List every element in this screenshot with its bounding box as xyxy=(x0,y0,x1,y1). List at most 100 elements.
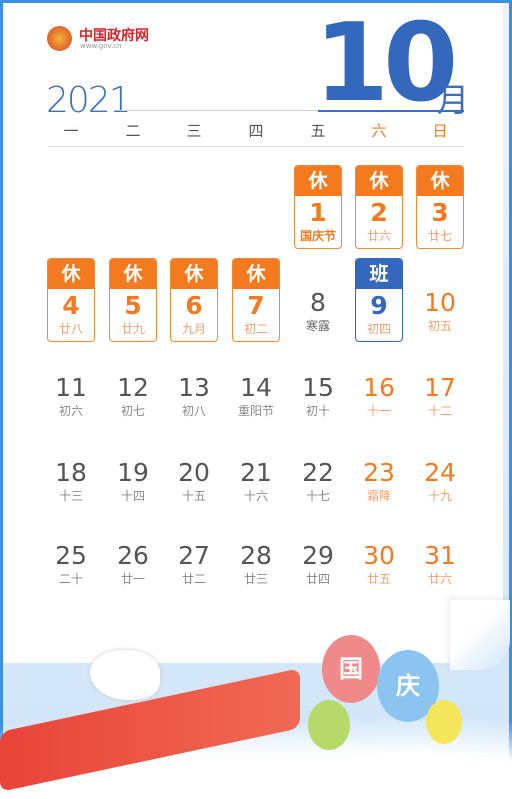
holiday-box: 休 5 廿九 xyxy=(109,258,157,342)
lunar-date: 初八 xyxy=(181,404,206,418)
day-cell[interactable]: 24 十九 xyxy=(416,430,464,514)
lunar-date: 初五 xyxy=(427,319,452,333)
lunar-date: 初十 xyxy=(305,404,330,418)
day-number: 26 xyxy=(117,541,149,570)
day-cell[interactable]: 19 十四 xyxy=(109,430,157,514)
day-number: 30 xyxy=(363,541,395,570)
day-number: 14 xyxy=(240,373,272,402)
day-cell[interactable]: 休 2 廿六 xyxy=(355,165,403,249)
workday-box: 班 9 初四 xyxy=(355,258,403,342)
lunar-date: 廿三 xyxy=(243,572,268,586)
weekday-header: 二 xyxy=(125,122,141,140)
holiday-box: 休 1 国庆节 xyxy=(294,165,342,249)
day-cell[interactable]: 休 5 廿九 xyxy=(109,258,157,342)
day-cell[interactable]: 26 廿一 xyxy=(109,513,157,597)
day-number: 24 xyxy=(424,458,456,487)
lunar-date: 廿四 xyxy=(305,572,330,586)
lunar-date: 十二 xyxy=(427,404,452,418)
day-cell[interactable]: 休 3 廿七 xyxy=(416,165,464,249)
day-number: 19 xyxy=(117,458,149,487)
day-number: 9 xyxy=(370,291,388,320)
day-number: 5 xyxy=(124,291,142,320)
day-cell[interactable]: 31 廿六 xyxy=(416,513,464,597)
lunar-date: 霜降 xyxy=(366,489,391,503)
day-cell[interactable]: 21 十六 xyxy=(232,430,280,514)
lunar-date: 廿六 xyxy=(366,229,391,243)
divider-accent xyxy=(318,110,464,112)
holiday-badge: 休 xyxy=(417,166,463,196)
weekday-header: 三 xyxy=(186,122,202,140)
lunar-date: 廿一 xyxy=(120,572,145,586)
lunar-date: 廿五 xyxy=(366,572,391,586)
day-cell[interactable]: 27 廿二 xyxy=(170,513,218,597)
day-number: 12 xyxy=(117,373,149,402)
day-cell[interactable]: 8 寒露 xyxy=(294,258,342,342)
lunar-date: 廿七 xyxy=(427,229,452,243)
holiday-box: 休 3 廿七 xyxy=(416,165,464,249)
day-cell[interactable]: 25 二十 xyxy=(47,513,95,597)
day-cell[interactable]: 休 1 国庆节 xyxy=(294,165,342,249)
lunar-date: 十六 xyxy=(243,489,268,503)
day-cell[interactable]: 休 7 初二 xyxy=(232,258,280,342)
day-number: 7 xyxy=(247,291,265,320)
lunar-date: 国庆节 xyxy=(299,229,336,243)
day-number: 21 xyxy=(240,458,272,487)
month-suffix: 月 xyxy=(437,81,470,119)
day-cell[interactable]: 20 十五 xyxy=(170,430,218,514)
balloon-green xyxy=(308,700,350,750)
day-cell[interactable]: 11 初六 xyxy=(47,345,95,429)
day-cell[interactable]: 16 十一 xyxy=(355,345,403,429)
day-cell[interactable]: 15 初十 xyxy=(294,345,342,429)
day-number: 2 xyxy=(370,198,388,227)
holiday-box: 休 2 廿六 xyxy=(355,165,403,249)
day-cell[interactable]: 13 初八 xyxy=(170,345,218,429)
day-cell[interactable]: 23 霜降 xyxy=(355,430,403,514)
day-cell[interactable]: 休 6 九月 xyxy=(170,258,218,342)
day-number: 28 xyxy=(240,541,272,570)
weekday-header: 日 xyxy=(432,122,448,140)
workday-badge: 班 xyxy=(356,259,402,289)
month-number: 10 xyxy=(314,1,458,126)
weekday-header: 四 xyxy=(248,122,264,140)
lunar-date: 廿九 xyxy=(120,322,145,336)
day-number: 15 xyxy=(302,373,334,402)
page-curl xyxy=(450,600,510,670)
year: 2021 xyxy=(46,80,132,121)
day-cell[interactable]: 22 十七 xyxy=(294,430,342,514)
day-number: 4 xyxy=(62,291,80,320)
day-cell[interactable]: 14 重阳节 xyxy=(232,345,280,429)
day-cell[interactable]: 休 4 廿八 xyxy=(47,258,95,342)
lunar-date: 十七 xyxy=(305,489,330,503)
day-cell[interactable]: 28 廿三 xyxy=(232,513,280,597)
day-number: 8 xyxy=(310,288,326,317)
day-cell[interactable]: 18 十三 xyxy=(47,430,95,514)
balloon-guo: 国 xyxy=(322,635,380,703)
holiday-box: 休 4 廿八 xyxy=(47,258,95,342)
holiday-badge: 休 xyxy=(295,166,341,196)
weekday-header: 六 xyxy=(371,122,387,140)
day-cell[interactable]: 10 初五 xyxy=(416,258,464,342)
day-cell[interactable]: 30 廿五 xyxy=(355,513,403,597)
day-number: 1 xyxy=(309,198,327,227)
holiday-box: 休 6 九月 xyxy=(170,258,218,342)
day-cell[interactable]: 12 初七 xyxy=(109,345,157,429)
holiday-badge: 休 xyxy=(171,259,217,289)
holiday-box: 休 7 初二 xyxy=(232,258,280,342)
day-number: 25 xyxy=(55,541,87,570)
weekday-header: 五 xyxy=(310,122,326,140)
lunar-date: 十三 xyxy=(58,489,83,503)
lunar-date: 寒露 xyxy=(305,319,330,333)
day-cell[interactable]: 29 廿四 xyxy=(294,513,342,597)
day-number: 18 xyxy=(55,458,87,487)
day-cell[interactable]: 17 十二 xyxy=(416,345,464,429)
day-number: 27 xyxy=(178,541,210,570)
lunar-date: 廿八 xyxy=(58,322,83,336)
day-number: 29 xyxy=(302,541,334,570)
lunar-date: 廿六 xyxy=(427,572,452,586)
lunar-date: 十四 xyxy=(120,489,145,503)
divider xyxy=(48,146,464,147)
day-number: 13 xyxy=(178,373,210,402)
day-cell[interactable]: 班 9 初四 xyxy=(355,258,403,342)
lunar-date: 廿二 xyxy=(181,572,206,586)
lunar-date: 初七 xyxy=(120,404,145,418)
